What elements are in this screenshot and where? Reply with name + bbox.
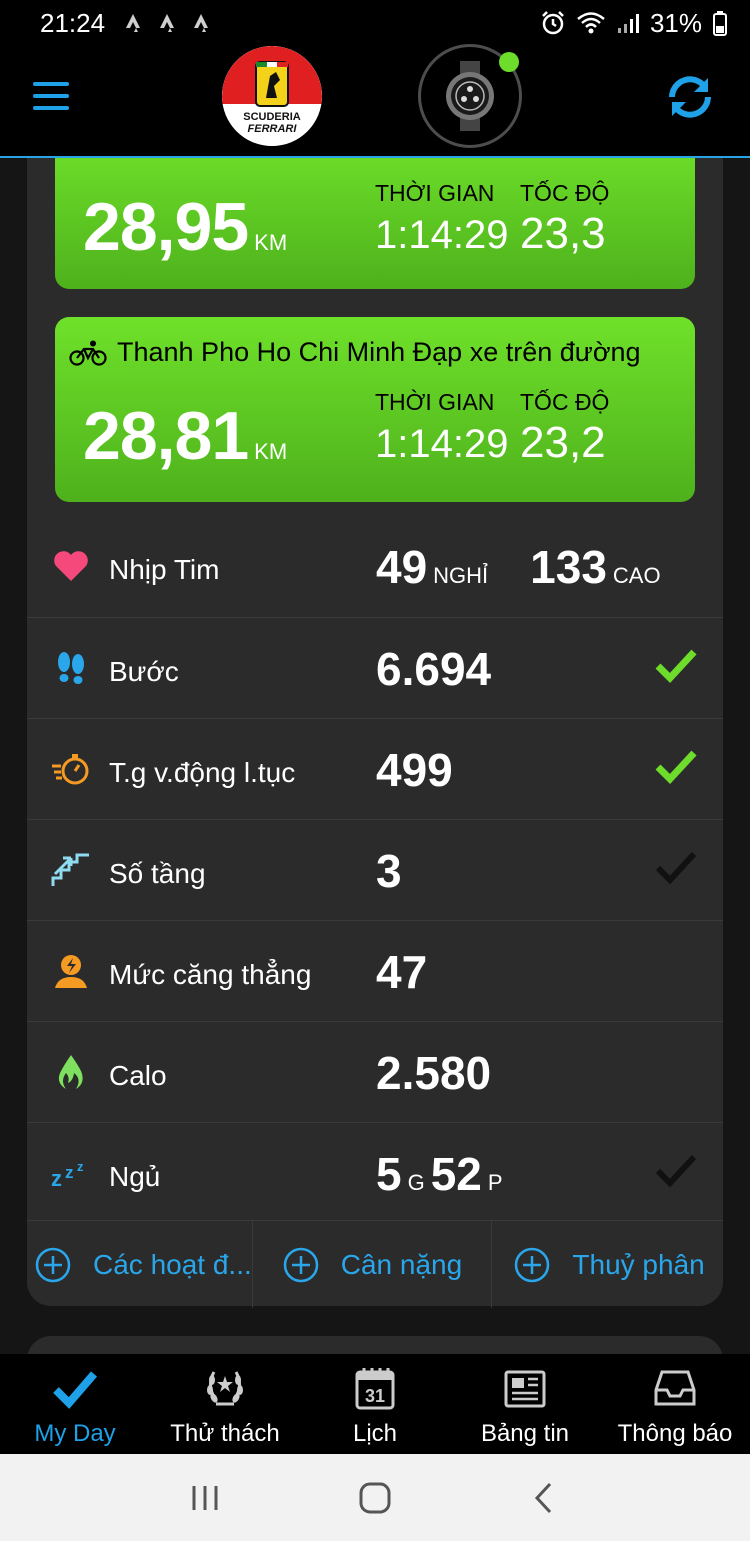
svg-text:z: z bbox=[65, 1163, 74, 1182]
cycling-icon bbox=[69, 340, 107, 366]
check-icon bbox=[53, 1371, 98, 1409]
stairs-icon bbox=[51, 850, 91, 890]
tab-challenges[interactable]: Thử thách bbox=[150, 1354, 300, 1454]
activity-speed: TỐC ĐỘ 23,2 bbox=[520, 389, 610, 467]
metric-calories[interactable]: Calo 2.580 bbox=[27, 1021, 723, 1122]
ferrari-logo-icon: SCUDERIA FERRARI bbox=[222, 46, 322, 146]
svg-text:z: z bbox=[77, 1159, 84, 1174]
goal-met-check-icon bbox=[655, 649, 697, 684]
wifi-icon bbox=[577, 12, 605, 34]
add-weight-button[interactable]: Cân nặng bbox=[253, 1221, 493, 1308]
news-icon bbox=[504, 1370, 546, 1408]
activity-card[interactable]: 28,95 KM THỜI GIAN 1:14:29 TỐC ĐỘ 23,3 bbox=[55, 158, 695, 289]
tab-news-feed[interactable]: Bảng tin bbox=[450, 1354, 600, 1454]
stress-icon bbox=[51, 951, 91, 991]
svg-text:31: 31 bbox=[365, 1386, 385, 1406]
device-connected-indicator bbox=[499, 52, 519, 72]
strava-icon bbox=[194, 14, 209, 32]
recent-apps-icon[interactable] bbox=[185, 1478, 225, 1518]
my-day-content[interactable]: 28,95 KM THỜI GIAN 1:14:29 TỐC ĐỘ 23,3 T… bbox=[0, 158, 750, 1354]
system-nav-bar bbox=[0, 1454, 750, 1541]
sync-icon[interactable] bbox=[664, 74, 716, 120]
metric-stress[interactable]: Mức căng thẳng 47 bbox=[27, 920, 723, 1021]
metric-steps[interactable]: Bước 6.694 bbox=[27, 617, 723, 718]
floors-value: 3 bbox=[376, 845, 402, 897]
add-shortcuts-row: Các hoạt đ... Cân nặng Thuỷ phân bbox=[27, 1220, 723, 1308]
activity-time: THỜI GIAN 1:14:29 bbox=[375, 389, 509, 466]
calendar-icon: 31 bbox=[355, 1368, 395, 1410]
logo-text-bottom: FERRARI bbox=[248, 123, 298, 135]
watch-icon bbox=[446, 61, 494, 131]
activity-speed: TỐC ĐỘ 23,3 bbox=[520, 180, 610, 258]
logo-text-top: SCUDERIA bbox=[243, 111, 301, 123]
next-card[interactable] bbox=[27, 1336, 723, 1354]
add-circle-icon bbox=[515, 1247, 550, 1282]
laurel-icon bbox=[207, 1371, 243, 1406]
goal-pending-check-icon bbox=[655, 1154, 697, 1188]
activity-title: Thanh Pho Ho Chi Minh Đạp xe trên đường bbox=[69, 337, 641, 368]
battery-percent: 31% bbox=[649, 7, 702, 38]
heart-rate-values: 49 NGHỈ 133 CAO bbox=[376, 541, 661, 593]
metric-floors[interactable]: Số tầng 3 bbox=[27, 819, 723, 920]
svg-text:z: z bbox=[51, 1166, 62, 1188]
battery-icon bbox=[713, 11, 727, 36]
intensity-value: 499 bbox=[376, 744, 453, 796]
metric-heart-rate[interactable]: Nhịp Tim 49 NGHỈ 133 CAO bbox=[27, 516, 723, 617]
stress-value: 47 bbox=[376, 946, 428, 998]
metric-sleep[interactable]: zzz Ngủ 5 G 52 P bbox=[27, 1122, 723, 1223]
goal-met-check-icon bbox=[655, 750, 697, 785]
activity-distance: 28,81 KM bbox=[83, 398, 288, 474]
metric-intensity-minutes[interactable]: T.g v.động l.tục 499 bbox=[27, 718, 723, 819]
stopwatch-icon bbox=[51, 749, 91, 789]
alarm-icon bbox=[542, 11, 564, 35]
activity-card[interactable]: Thanh Pho Ho Chi Minh Đạp xe trên đường … bbox=[55, 317, 695, 502]
footprints-icon bbox=[51, 648, 91, 688]
back-icon[interactable] bbox=[525, 1478, 565, 1518]
profile-avatar[interactable]: SCUDERIA FERRARI bbox=[222, 46, 322, 146]
tab-notifications[interactable]: Thông báo bbox=[600, 1354, 750, 1454]
steps-value: 6.694 bbox=[376, 643, 492, 695]
tab-my-day[interactable]: My Day bbox=[0, 1354, 150, 1454]
sleep-values: 5 G 52 P bbox=[376, 1148, 503, 1200]
inbox-icon bbox=[654, 1370, 696, 1406]
home-icon[interactable] bbox=[355, 1478, 395, 1518]
add-hydration-button[interactable]: Thuỷ phân bbox=[492, 1221, 723, 1308]
activity-time: THỜI GIAN 1:14:29 bbox=[375, 180, 509, 257]
signal-icon bbox=[617, 14, 639, 33]
notification-icons bbox=[123, 12, 211, 34]
add-circle-icon bbox=[35, 1247, 71, 1282]
menu-button[interactable] bbox=[33, 82, 69, 110]
app-header: SCUDERIA FERRARI bbox=[0, 44, 750, 158]
tab-calendar[interactable]: 31 Lịch bbox=[300, 1354, 450, 1454]
strava-icon bbox=[126, 14, 141, 32]
flame-icon bbox=[51, 1052, 91, 1092]
calories-value: 2.580 bbox=[376, 1047, 492, 1099]
sleep-zzz-icon: zzz bbox=[51, 1153, 91, 1193]
menu-icon bbox=[33, 82, 69, 86]
activity-distance: 28,95 KM bbox=[83, 189, 288, 265]
bottom-tab-bar: My Day Thử thách 31 Lịch Bảng tin Thông … bbox=[0, 1354, 750, 1454]
add-activities-button[interactable]: Các hoạt đ... bbox=[27, 1221, 253, 1308]
status-bar: 21:24 31% bbox=[0, 0, 750, 46]
status-time: 21:24 bbox=[40, 7, 106, 38]
goal-pending-check-icon bbox=[655, 851, 697, 885]
heart-icon bbox=[51, 546, 91, 586]
add-circle-icon bbox=[283, 1247, 319, 1282]
strava-icon bbox=[160, 14, 175, 32]
